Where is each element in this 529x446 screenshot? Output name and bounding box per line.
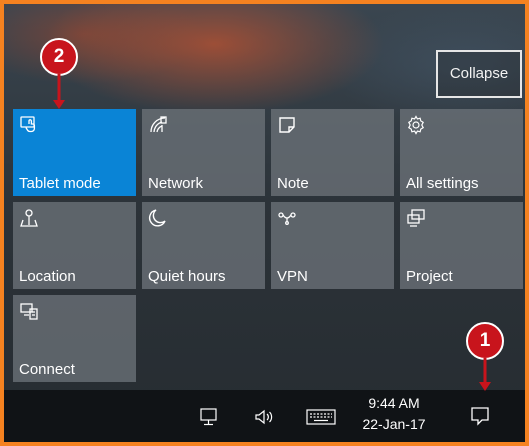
action-center-panel: Collapse Tablet mode Network Note All se…: [4, 4, 525, 442]
clock-date: 22-Jan-17: [362, 416, 426, 432]
gear-icon: [406, 115, 426, 135]
moon-icon: [148, 208, 168, 228]
network-desktop-icon[interactable]: [198, 408, 220, 426]
connect-icon: [19, 301, 39, 321]
tile-location[interactable]: Location: [13, 202, 136, 289]
volume-icon[interactable]: [254, 408, 276, 426]
tile-label: Connect: [19, 361, 75, 378]
tile-label: Tablet mode: [19, 175, 101, 192]
callout-badge-1: 1: [466, 322, 504, 360]
taskbar: 9:44 AM 22-Jan-17: [4, 390, 525, 442]
tile-label: Network: [148, 175, 204, 192]
tile-project[interactable]: Project: [400, 202, 523, 289]
taskbar-clock[interactable]: 9:44 AM 22-Jan-17: [359, 393, 429, 435]
tablet-mode-icon: [19, 115, 39, 135]
tile-tablet-mode[interactable]: Tablet mode: [13, 109, 136, 196]
callout-arrow-1: [479, 358, 491, 391]
keyboard-icon[interactable]: [306, 408, 336, 426]
action-center-icon: [471, 407, 489, 426]
location-icon: [19, 208, 39, 228]
tile-label: All settings: [406, 175, 479, 192]
tile-label: Project: [406, 268, 453, 285]
tile-label: Location: [19, 268, 76, 285]
tile-quiet-hours[interactable]: Quiet hours: [142, 202, 265, 289]
note-icon: [277, 115, 297, 135]
tile-label: Note: [277, 175, 309, 192]
vpn-icon: [277, 208, 297, 228]
tile-label: VPN: [277, 268, 308, 285]
callout-badge-2: 2: [40, 38, 78, 76]
tile-network[interactable]: Network: [142, 109, 265, 196]
callout-arrow-2: [53, 74, 65, 109]
tile-all-settings[interactable]: All settings: [400, 109, 523, 196]
collapse-button[interactable]: Collapse: [436, 50, 522, 98]
clock-time: 9:44 AM: [368, 395, 420, 411]
tile-label: Quiet hours: [148, 268, 226, 285]
action-center-button[interactable]: [461, 400, 499, 432]
network-icon: [148, 115, 168, 135]
tile-connect[interactable]: Connect: [13, 295, 136, 382]
tile-vpn[interactable]: VPN: [271, 202, 394, 289]
tile-note[interactable]: Note: [271, 109, 394, 196]
project-icon: [406, 208, 426, 228]
